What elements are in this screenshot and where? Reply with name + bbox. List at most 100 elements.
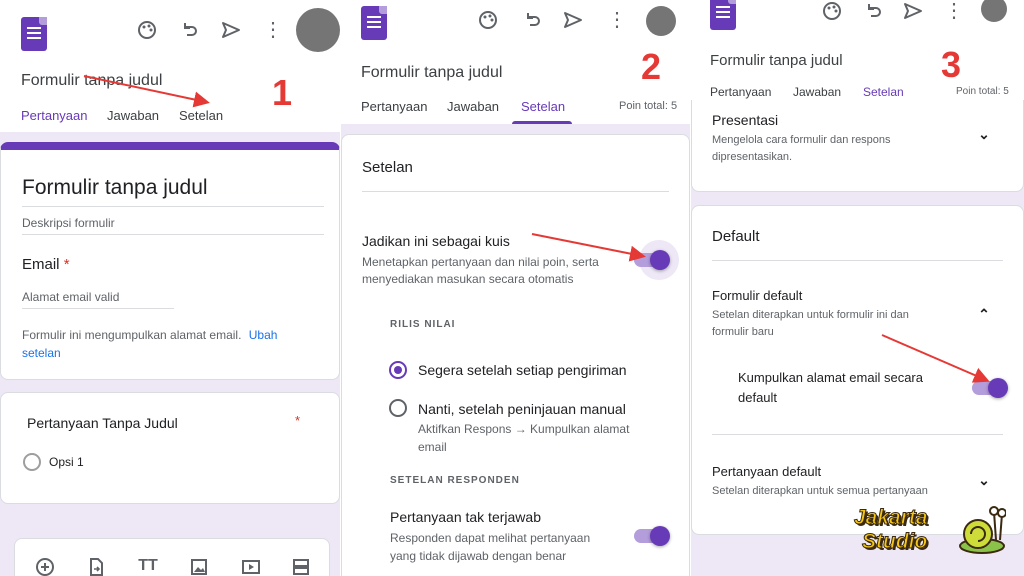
tab-responses[interactable]: Jawaban [447, 99, 499, 114]
send-icon[interactable] [219, 20, 243, 40]
release-later-label[interactable]: Nanti, setelah peninjauan manual [418, 401, 626, 417]
release-immediately-label[interactable]: Segera setelah setiap pengiriman [418, 362, 627, 378]
watermark-line-2: Studio [861, 530, 928, 554]
question-title[interactable]: Pertanyaan Tanpa Judul [27, 415, 178, 431]
watermark-line-1: Jakarta [854, 506, 929, 530]
form-default-title[interactable]: Formulir default [712, 288, 802, 303]
app-header: ⋮ Formulir tanpa judul Pertanyaan Jawaba… [0, 0, 340, 132]
quiz-desc-2: menyediakan masukan secara otomatis [362, 272, 574, 286]
send-icon[interactable] [901, 1, 925, 21]
undo-icon[interactable] [177, 20, 201, 40]
unanswered-desc-1: Responden dapat melihat pertanyaan [390, 531, 591, 545]
chevron-down-icon[interactable]: ⌄ [975, 472, 993, 489]
undo-icon[interactable] [520, 10, 544, 30]
tab-questions[interactable]: Pertanyaan [361, 99, 428, 114]
question-toolbar: TT [14, 538, 330, 576]
step-number: 3 [941, 44, 962, 85]
form-title[interactable]: Formulir tanpa judul [21, 72, 162, 90]
active-tab-indicator [512, 121, 572, 124]
add-video-icon[interactable] [239, 557, 263, 576]
chevron-up-icon[interactable]: ⌃ [975, 306, 993, 323]
palette-icon[interactable] [820, 1, 844, 21]
tab-questions[interactable]: Pertanyaan [710, 85, 771, 99]
email-label: Email * [22, 256, 70, 273]
presentation-title: Presentasi [712, 112, 779, 128]
app-header: ⋮ Formulir tanpa judul 3 Pertanyaan Jawa… [691, 0, 1024, 108]
question-card[interactable]: Pertanyaan Tanpa Judul * Opsi 1 [0, 392, 340, 504]
more-vert-icon[interactable]: ⋮ [942, 1, 966, 21]
tab-responses[interactable]: Jawaban [107, 108, 159, 123]
respondent-heading: SETELAN RESPONDEN [390, 475, 520, 486]
step-1-screen: ⋮ Formulir tanpa judul Pertanyaan Jawaba… [0, 0, 340, 576]
question-default-desc: Setelan diterapkan untuk semua pertanyaa… [712, 485, 928, 497]
more-vert-icon[interactable]: ⋮ [261, 20, 285, 40]
collect-email-label-1: Kumpulkan alamat email secara [738, 370, 923, 385]
add-section-icon[interactable] [289, 557, 313, 576]
presentation-card[interactable]: Presentasi Mengelola cara formulir dan r… [691, 100, 1024, 192]
form-title[interactable]: Formulir tanpa judul [710, 52, 843, 69]
step-3-screen: ⋮ Formulir tanpa judul 3 Pertanyaan Jawa… [691, 0, 1024, 576]
required-mark: * [295, 413, 301, 428]
tab-responses[interactable]: Jawaban [793, 85, 841, 99]
quiz-title: Jadikan ini sebagai kuis [362, 233, 510, 249]
collect-notice: Formulir ini mengumpulkan alamat email. … [22, 328, 278, 342]
form-header-card: Formulir tanpa judul Deskripsi formulir … [0, 142, 340, 380]
quiz-desc-1: Menetapkan pertanyaan dan nilai poin, se… [362, 255, 599, 269]
send-icon[interactable] [561, 10, 585, 30]
settings-title: Setelan [362, 159, 413, 176]
form-default-desc-2: formulir baru [712, 326, 774, 338]
unanswered-toggle[interactable] [634, 526, 670, 546]
presentation-desc-2: dipresentasikan. [712, 151, 793, 163]
step-number: 1 [272, 72, 293, 113]
add-image-icon[interactable] [187, 557, 211, 576]
release-later-desc-2: email [418, 440, 447, 454]
tab-settings[interactable]: Setelan [863, 85, 904, 99]
tab-questions[interactable]: Pertanyaan [21, 108, 88, 123]
avatar[interactable] [646, 6, 676, 36]
jakarta-studio-logo: Jakarta Studio [852, 502, 1012, 560]
presentation-desc-1: Mengelola cara formulir dan respons [712, 134, 891, 146]
card-form-title[interactable]: Formulir tanpa judul [22, 176, 208, 200]
add-title-icon[interactable]: TT [136, 556, 160, 576]
points-total: Poin total: 5 [956, 86, 1009, 97]
release-later-radio[interactable] [389, 399, 407, 417]
avatar[interactable] [981, 0, 1007, 22]
avatar[interactable] [296, 8, 340, 52]
option-label[interactable]: Opsi 1 [49, 455, 84, 469]
collect-email-label-2: default [738, 390, 778, 405]
forms-logo-icon [361, 6, 387, 40]
forms-logo-icon [710, 0, 736, 30]
description-field[interactable]: Deskripsi formulir [22, 216, 115, 230]
forms-logo-icon [21, 17, 47, 51]
chevron-down-icon[interactable]: ⌄ [975, 126, 993, 143]
change-settings-link[interactable]: Ubah [249, 328, 278, 342]
release-immediately-radio[interactable] [389, 361, 407, 379]
collect-email-toggle[interactable] [972, 378, 1008, 398]
points-total: Poin total: 5 [619, 100, 678, 112]
unanswered-desc-2: yang tidak dijawab dengan benar [390, 549, 567, 563]
tab-settings[interactable]: Setelan [521, 99, 565, 114]
release-heading: RILIS NILAI [390, 319, 456, 330]
question-default-title[interactable]: Pertanyaan default [712, 464, 821, 479]
app-header: ⋮ Formulir tanpa judul 2 Pertanyaan Jawa… [341, 0, 690, 124]
form-default-desc-1: Setelan diterapkan untuk formulir ini da… [712, 309, 909, 321]
change-settings-link-cont[interactable]: setelan [22, 346, 61, 360]
step-2-screen: ⋮ Formulir tanpa judul 2 Pertanyaan Jawa… [341, 0, 690, 576]
email-input[interactable]: Alamat email valid [22, 290, 119, 304]
palette-icon[interactable] [476, 10, 500, 30]
default-card: Default Formulir default Setelan diterap… [691, 205, 1024, 535]
settings-card: Setelan Jadikan ini sebagai kuis Menetap… [341, 134, 690, 576]
import-questions-icon[interactable] [84, 557, 108, 576]
palette-icon[interactable] [135, 20, 159, 40]
snail-mascot-icon [959, 506, 1006, 554]
default-title: Default [712, 228, 760, 245]
add-question-icon[interactable] [33, 557, 57, 576]
form-title[interactable]: Formulir tanpa judul [361, 64, 502, 82]
quiz-toggle[interactable] [634, 250, 670, 270]
tab-settings[interactable]: Setelan [179, 108, 223, 123]
release-later-desc-1: Aktifkan Respons → Kumpulkan alamat [418, 422, 630, 436]
unanswered-title: Pertanyaan tak terjawab [390, 509, 541, 525]
more-vert-icon[interactable]: ⋮ [605, 10, 629, 30]
undo-icon[interactable] [861, 1, 885, 21]
step-number: 2 [641, 46, 662, 87]
